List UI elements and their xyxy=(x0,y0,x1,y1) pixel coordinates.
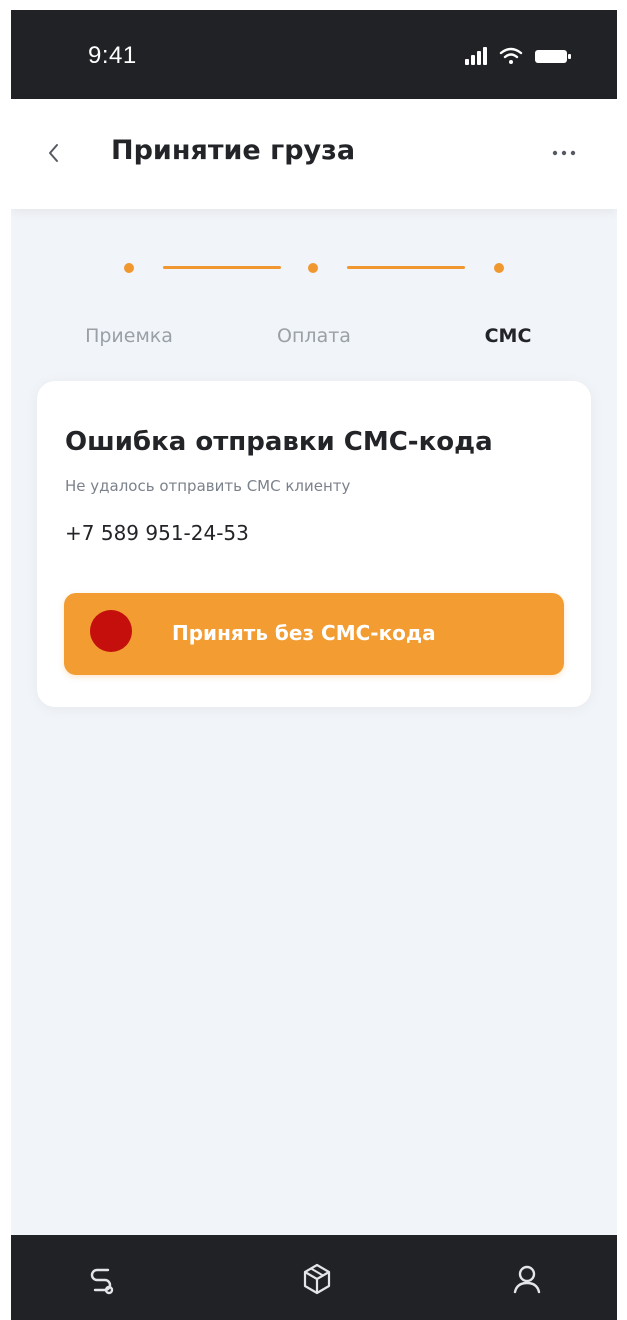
phone-screen: 9:41 Принятие груза Приемка Оплата СМС О… xyxy=(11,10,617,1320)
nav-item-profile[interactable] xyxy=(503,1255,551,1303)
step-dot-1 xyxy=(124,263,134,273)
battery-icon xyxy=(535,50,571,63)
status-time: 9:41 xyxy=(88,42,137,69)
status-bar: 9:41 xyxy=(11,10,617,99)
client-phone: +7 589 951-24-53 xyxy=(65,521,249,545)
step-connector-2 xyxy=(347,266,465,269)
user-icon xyxy=(513,1265,541,1294)
step-dot-3 xyxy=(494,263,504,273)
sms-error-card: Ошибка отправки СМС-кода Не удалось отпр… xyxy=(37,381,591,707)
package-icon xyxy=(303,1263,331,1295)
step-label-oplata: Оплата xyxy=(277,325,351,347)
card-title: Ошибка отправки СМС-кода xyxy=(65,427,493,457)
step-dot-2 xyxy=(308,263,318,273)
step-connector-1 xyxy=(163,266,281,269)
status-icons xyxy=(465,47,571,65)
more-options-icon[interactable] xyxy=(547,143,583,163)
back-chevron-icon[interactable] xyxy=(45,141,61,165)
progress-stepper: Приемка Оплата СМС xyxy=(11,250,617,360)
step-label-priemka: Приемка xyxy=(85,325,173,347)
route-icon xyxy=(90,1268,114,1295)
signal-icon xyxy=(465,47,487,65)
nav-item-routes[interactable] xyxy=(77,1255,125,1303)
accept-button-label: Принять без СМС-кода xyxy=(172,621,436,645)
page-title: Принятие груза xyxy=(111,135,356,166)
wifi-icon xyxy=(499,47,523,64)
accept-without-sms-button[interactable]: Принять без СМС-кода xyxy=(64,593,564,675)
nav-item-packages[interactable] xyxy=(293,1255,341,1303)
step-label-sms: СМС xyxy=(484,325,532,347)
touch-indicator xyxy=(90,610,132,652)
bottom-nav xyxy=(11,1235,617,1320)
card-subtitle: Не удалось отправить СМС клиенту xyxy=(65,477,351,495)
header: Принятие груза xyxy=(11,99,617,209)
